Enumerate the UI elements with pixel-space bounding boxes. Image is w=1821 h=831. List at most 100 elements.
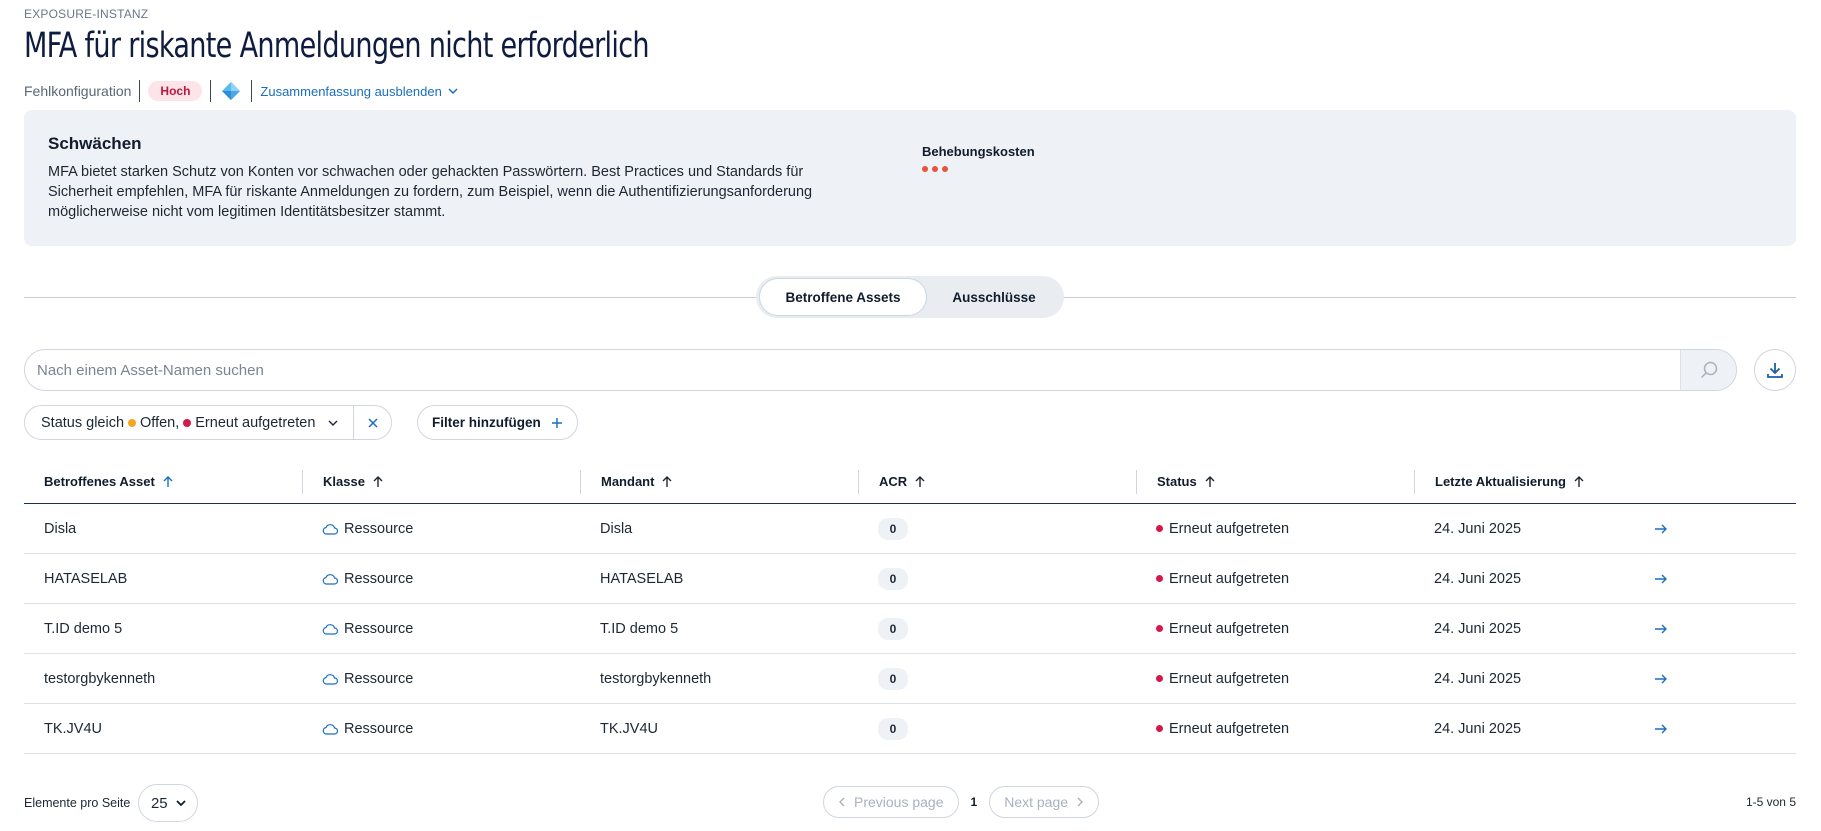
previous-page-button[interactable]: Previous page xyxy=(823,786,959,818)
column-header-tenant[interactable]: Mandant xyxy=(580,469,858,494)
column-header-label: Mandant xyxy=(601,474,655,489)
weakness-panel: Schwächen MFA bietet starken Schutz von … xyxy=(24,110,1796,246)
divider xyxy=(251,80,253,102)
last-updated: 24. Juni 2025 xyxy=(1434,520,1522,537)
arrow-right-icon xyxy=(1655,724,1667,733)
status-cell: Erneut aufgetreten xyxy=(1136,721,1414,737)
arrow-right-icon xyxy=(1655,674,1667,683)
page-size-select[interactable]: 25 xyxy=(138,784,199,822)
acr-value: 0 xyxy=(858,567,1136,590)
divider xyxy=(210,80,212,102)
table-row[interactable]: TK.JV4U Ressource TK.JV4U 0 Erneut aufge… xyxy=(24,704,1796,754)
asset-class-label: Ressource xyxy=(344,520,414,537)
asset-name: TK.JV4U xyxy=(44,720,103,737)
hide-summary-toggle[interactable]: Zusammenfassung ausblenden xyxy=(260,84,458,99)
open-row-button[interactable] xyxy=(1614,524,1694,534)
add-filter-button[interactable]: Filter hinzufügen xyxy=(417,405,578,440)
asset-name: T.ID demo 5 xyxy=(44,620,123,637)
open-row-button[interactable] xyxy=(1614,574,1694,584)
affected-assets-table: Betroffenes Asset Klasse Mandant ACR Sta… xyxy=(24,460,1796,754)
tab-affected-assets[interactable]: Betroffene Assets xyxy=(759,278,927,316)
chevron-right-icon xyxy=(1077,797,1084,807)
status-open-dot xyxy=(128,418,137,427)
acr-value: 0 xyxy=(858,717,1136,740)
search-icon xyxy=(1700,361,1717,379)
status-label: Erneut aufgetreten xyxy=(1169,620,1290,637)
table-header: Betroffenes Asset Klasse Mandant ACR Sta… xyxy=(24,460,1796,504)
status-cell: Erneut aufgetreten xyxy=(1136,521,1414,537)
column-header-status[interactable]: Status xyxy=(1136,469,1414,494)
tenant-name: testorgbykenneth xyxy=(600,670,712,687)
azure-cube-icon xyxy=(219,79,243,103)
table-row[interactable]: Disla Ressource Disla 0 Erneut aufgetret… xyxy=(24,504,1796,554)
asset-class-label: Ressource xyxy=(344,670,414,687)
page-size-control: Elemente pro Seite 25 xyxy=(24,784,199,822)
status-reopened-label: Erneut aufgetreten xyxy=(195,414,316,431)
status-cell: Erneut aufgetreten xyxy=(1136,571,1414,587)
download-button[interactable] xyxy=(1754,349,1796,391)
last-updated: 24. Juni 2025 xyxy=(1434,620,1522,637)
cost-dot xyxy=(942,166,948,172)
status-label: Erneut aufgetreten xyxy=(1169,670,1290,687)
weakness-description: MFA bietet starken Schutz von Konten vor… xyxy=(48,164,813,220)
column-header-label: Status xyxy=(1157,474,1197,489)
column-header-label: Klasse xyxy=(323,474,365,489)
pagination: Previous page 1 Next page xyxy=(823,786,1100,818)
plus-icon xyxy=(551,417,562,428)
open-row-button[interactable] xyxy=(1614,624,1694,634)
divider xyxy=(139,80,141,102)
open-row-button[interactable] xyxy=(1614,674,1694,684)
search-bar xyxy=(24,349,1737,391)
asset-class-label: Ressource xyxy=(344,570,414,587)
acr-badge: 0 xyxy=(878,517,908,540)
column-header-asset[interactable]: Betroffenes Asset xyxy=(24,470,302,494)
asset-class: Ressource xyxy=(302,521,580,537)
page-title: MFA für riskante Anmeldungen nicht erfor… xyxy=(24,26,650,66)
column-header-label: ACR xyxy=(879,474,908,489)
sort-arrow-up-icon xyxy=(1574,475,1584,487)
tenant-name: Disla xyxy=(600,520,633,537)
table-row[interactable]: HATASELAB Ressource HATASELAB 0 Erneut a… xyxy=(24,554,1796,604)
tab-exclusions[interactable]: Ausschlüsse xyxy=(927,278,1061,316)
status-reopened-dot xyxy=(183,418,192,427)
status-open-label: Offen, xyxy=(140,414,180,431)
close-icon xyxy=(368,417,378,428)
table-row[interactable]: testorgbykenneth Ressource testorgbykenn… xyxy=(24,654,1796,704)
tenant-name: TK.JV4U xyxy=(600,720,659,737)
status-dot xyxy=(1156,625,1163,632)
previous-page-label: Previous page xyxy=(854,794,944,810)
acr-value: 0 xyxy=(858,517,1136,540)
column-header-class[interactable]: Klasse xyxy=(302,469,580,494)
chevron-down-icon xyxy=(448,88,458,95)
remediation-cost-indicator xyxy=(922,166,948,172)
status-label: Erneut aufgetreten xyxy=(1169,720,1290,737)
open-row-button[interactable] xyxy=(1614,724,1694,734)
eyebrow: EXPOSURE-INSTANZ xyxy=(24,7,149,21)
meta-row: Fehlkonfiguration Hoch Zusammenfassung a… xyxy=(24,78,458,104)
asset-name: HATASELAB xyxy=(44,570,128,587)
current-page: 1 xyxy=(970,795,978,809)
status-filter-chip: Status gleich Offen, Erneut aufgetreten xyxy=(24,405,393,440)
column-header-last-updated[interactable]: Letzte Aktualisierung xyxy=(1414,469,1716,494)
status-dot xyxy=(1156,675,1163,682)
arrow-right-icon xyxy=(1655,624,1667,633)
weakness-title: Schwächen xyxy=(48,134,142,153)
chevron-left-icon xyxy=(839,797,845,807)
cost-dot xyxy=(922,166,928,172)
next-page-button[interactable]: Next page xyxy=(989,786,1100,818)
column-header-acr[interactable]: ACR xyxy=(858,469,1136,494)
table-row[interactable]: T.ID demo 5 Ressource T.ID demo 5 0 Erne… xyxy=(24,604,1796,654)
status-cell: Erneut aufgetreten xyxy=(1136,621,1414,637)
clear-filter-button[interactable] xyxy=(353,406,391,439)
remediation-cost-label: Behebungskosten xyxy=(922,144,1035,159)
acr-badge: 0 xyxy=(878,617,908,640)
asset-class: Ressource xyxy=(302,571,580,587)
cloud-icon xyxy=(322,623,338,635)
asset-search-input[interactable] xyxy=(25,350,1680,390)
last-updated: 24. Juni 2025 xyxy=(1434,570,1522,587)
status-filter-dropdown[interactable]: Status gleich Offen, Erneut aufgetreten xyxy=(25,406,353,439)
tenant-name: HATASELAB xyxy=(600,570,684,587)
search-button[interactable] xyxy=(1680,350,1736,390)
tab-bar: Betroffene Assets Ausschlüsse xyxy=(756,276,1064,318)
chevron-down-icon xyxy=(176,800,186,807)
